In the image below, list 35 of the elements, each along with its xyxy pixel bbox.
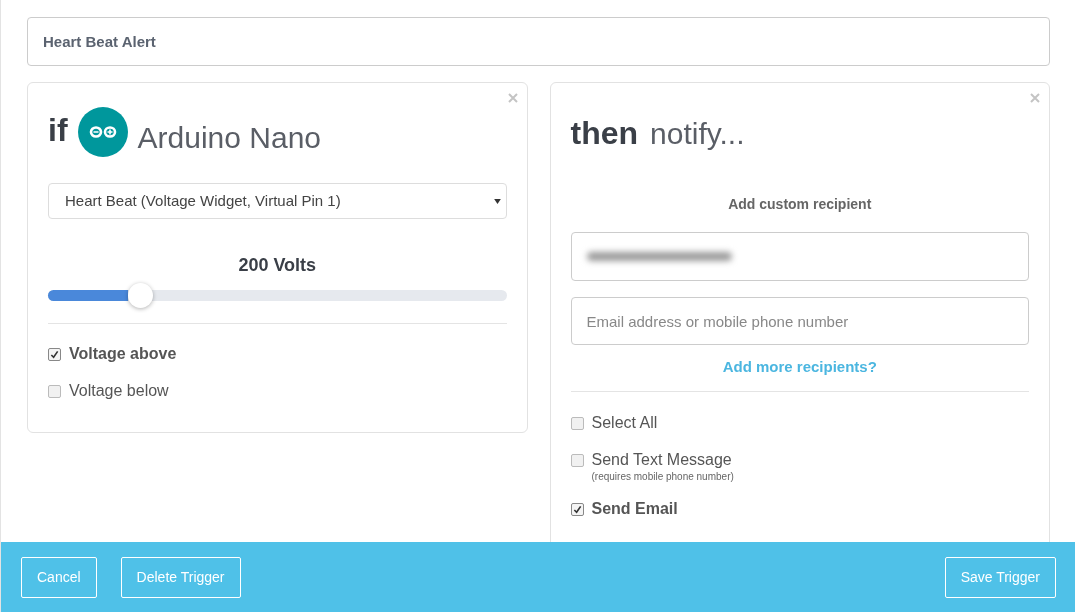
slider-thumb[interactable] [127, 283, 153, 308]
option-note: (requires mobile phone number) [591, 471, 734, 483]
close-button[interactable] [506, 92, 519, 104]
checkbox[interactable] [48, 348, 61, 361]
option-label: Voltage above [69, 344, 177, 364]
checkbox[interactable] [570, 503, 584, 516]
threshold-reading: 200 Volts [238, 254, 317, 276]
select-value: Heart Beat (Voltage Widget, Virtual Pin 1) [65, 190, 341, 211]
then-keyword: then [570, 117, 639, 149]
footer-button[interactable]: Delete Trigger [120, 556, 241, 598]
action-verb: notify... [650, 119, 745, 149]
if-keyword: if [48, 114, 68, 146]
widget-select[interactable]: Heart Beat (Voltage Widget, Virtual Pin 1) [48, 183, 507, 219]
device-logo-icon [77, 107, 128, 157]
recipients-heading: Add custom recipient [728, 195, 872, 213]
option-label: Send Text Message [591, 450, 732, 470]
recipient-field[interactable]: Email address or mobile phone number [570, 297, 1029, 345]
checkbox[interactable] [570, 417, 584, 430]
option-label: Send Email [591, 499, 678, 519]
checkbox[interactable] [48, 385, 61, 398]
caret-icon [493, 198, 501, 204]
device-name: Arduino Nano [137, 123, 321, 153]
add-recipients-link[interactable]: Add more recipients? [722, 357, 877, 377]
close-button[interactable] [1029, 92, 1041, 104]
checkbox[interactable] [570, 454, 584, 467]
check-icon [50, 350, 59, 359]
footer-button[interactable]: Cancel [21, 556, 97, 598]
recipient-field[interactable] [570, 232, 1029, 281]
trigger-name-field[interactable]: Heart Beat Alert [27, 17, 1050, 66]
check-icon [572, 505, 582, 514]
option-label: Select All [591, 413, 658, 433]
option-label: Voltage below [69, 381, 169, 401]
footer-button[interactable]: Save Trigger [944, 556, 1056, 598]
close-icon [1030, 93, 1040, 103]
close-icon [507, 93, 518, 103]
